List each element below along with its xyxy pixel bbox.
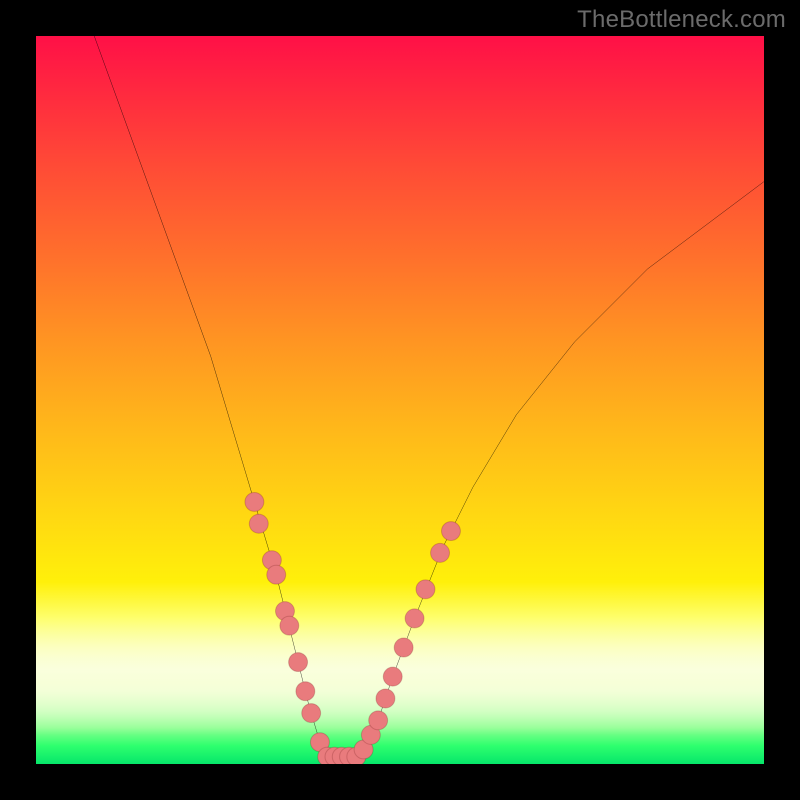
curve-path xyxy=(94,36,764,757)
plot-area xyxy=(36,36,764,764)
marker-dot xyxy=(416,580,435,599)
marker-layer xyxy=(245,492,460,764)
marker-dot xyxy=(267,565,286,584)
marker-dot xyxy=(441,522,460,541)
marker-dot xyxy=(394,638,413,657)
marker-dot xyxy=(245,492,264,511)
marker-dot xyxy=(296,682,315,701)
marker-dot xyxy=(289,653,308,672)
marker-dot xyxy=(280,616,299,635)
marker-dot xyxy=(302,704,321,723)
marker-dot xyxy=(249,514,268,533)
marker-dot xyxy=(405,609,424,628)
marker-dot xyxy=(383,667,402,686)
watermark-label: TheBottleneck.com xyxy=(577,6,786,34)
marker-dot xyxy=(369,711,388,730)
marker-dot xyxy=(376,689,395,708)
bottleneck-curve xyxy=(36,36,764,764)
chart-frame: TheBottleneck.com xyxy=(0,0,800,800)
marker-dot xyxy=(431,543,450,562)
